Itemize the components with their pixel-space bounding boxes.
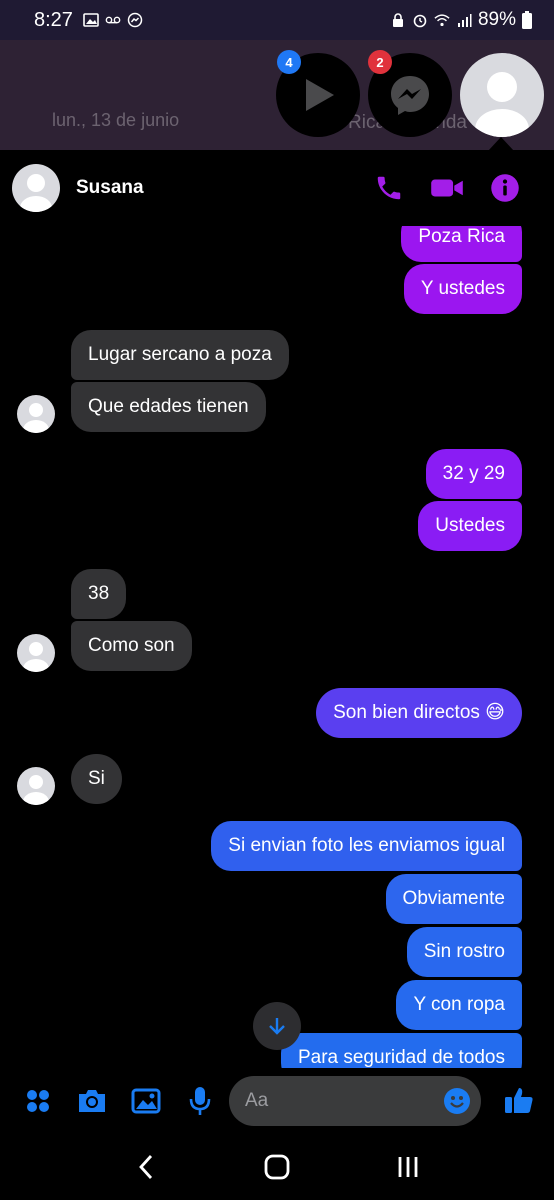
gallery-notification-icon [83,13,99,27]
home-icon [264,1154,290,1180]
sender-avatar[interactable] [17,634,55,672]
status-time: 8:27 [34,8,73,31]
system-navigation-bar [0,1134,554,1200]
scroll-to-bottom-button[interactable] [253,1002,301,1050]
nav-recents-button[interactable] [388,1147,428,1187]
messenger-icon [391,76,429,115]
message-input-placeholder: Aa [245,1090,269,1111]
voicemail-icon [105,16,121,24]
info-icon[interactable] [490,173,520,203]
message-bubble-out[interactable]: Y con ropa [396,980,522,1030]
message-bubble-out[interactable]: Si envian foto les enviamos igual [211,821,522,871]
more-actions-button[interactable] [22,1085,54,1117]
back-chevron-icon [138,1155,152,1179]
chat-panel: Susana Poza Rica Y ustedes Lugar sercano… [0,150,554,1200]
message-bubble-out[interactable]: Y ustedes [403,264,522,314]
camera-button[interactable] [76,1085,108,1117]
nav-home-button[interactable] [257,1147,297,1187]
status-bar: 8:27 89% [0,0,554,40]
battery-icon [522,11,532,29]
default-avatar-icon [475,72,529,137]
emoji-icon[interactable] [443,1087,471,1115]
backdrop-date: lun., 13 de junio [52,110,180,130]
arrow-down-icon [269,1018,285,1035]
nav-back-button[interactable] [126,1147,166,1187]
message-bubble-out[interactable]: Obviamente [385,874,522,924]
play-icon [306,79,334,111]
message-bubble-out[interactable]: Ustedes [418,501,522,551]
image-icon [131,1088,161,1114]
default-avatar-icon [23,642,49,672]
wifi-icon [434,14,450,27]
contact-avatar[interactable] [12,164,60,212]
battery-percent: 89% [477,9,516,30]
message-bubble-in[interactable]: 38 [71,569,127,619]
panel-pointer [488,137,514,151]
message-bubble-in[interactable]: Que edades tienen [71,382,266,432]
thumbs-up-icon[interactable] [504,1085,534,1115]
message-bubble-in[interactable]: Como son [71,621,192,671]
recents-icon [398,1157,418,1177]
video-unread-badge: 4 [277,50,301,74]
message-bubble-out[interactable]: Son bien directos 😅 [316,688,522,738]
message-bubble-in[interactable]: Si [71,754,122,804]
message-composer: Aa [0,1068,554,1134]
video-call-icon[interactable] [430,173,464,203]
lock-status-icon [392,13,403,27]
contact-chat-head[interactable] [460,53,544,137]
messenger-unread-badge: 2 [368,50,392,74]
voice-message-button[interactable] [184,1085,216,1117]
messenger-notification-icon [127,12,143,28]
camera-icon [79,1090,105,1112]
microphone-icon [189,1087,211,1115]
message-bubble-out[interactable]: Sin rostro [406,927,522,977]
default-avatar-icon [23,775,49,805]
chat-header: Susana [0,150,554,226]
contact-name[interactable]: Susana [76,177,144,199]
message-bubble-in[interactable]: Lugar sercano a poza [71,330,289,380]
alarm-icon [413,14,427,28]
default-avatar-icon [20,174,52,212]
signal-icon [457,14,472,27]
message-input[interactable]: Aa [229,1076,481,1126]
apps-grid-icon [27,1090,49,1112]
message-bubble-out[interactable]: 32 y 29 [425,449,522,499]
default-avatar-icon [23,403,49,433]
sender-avatar[interactable] [17,395,55,433]
phone-call-icon[interactable] [374,173,404,203]
sender-avatar[interactable] [17,767,55,805]
gallery-button[interactable] [130,1085,162,1117]
